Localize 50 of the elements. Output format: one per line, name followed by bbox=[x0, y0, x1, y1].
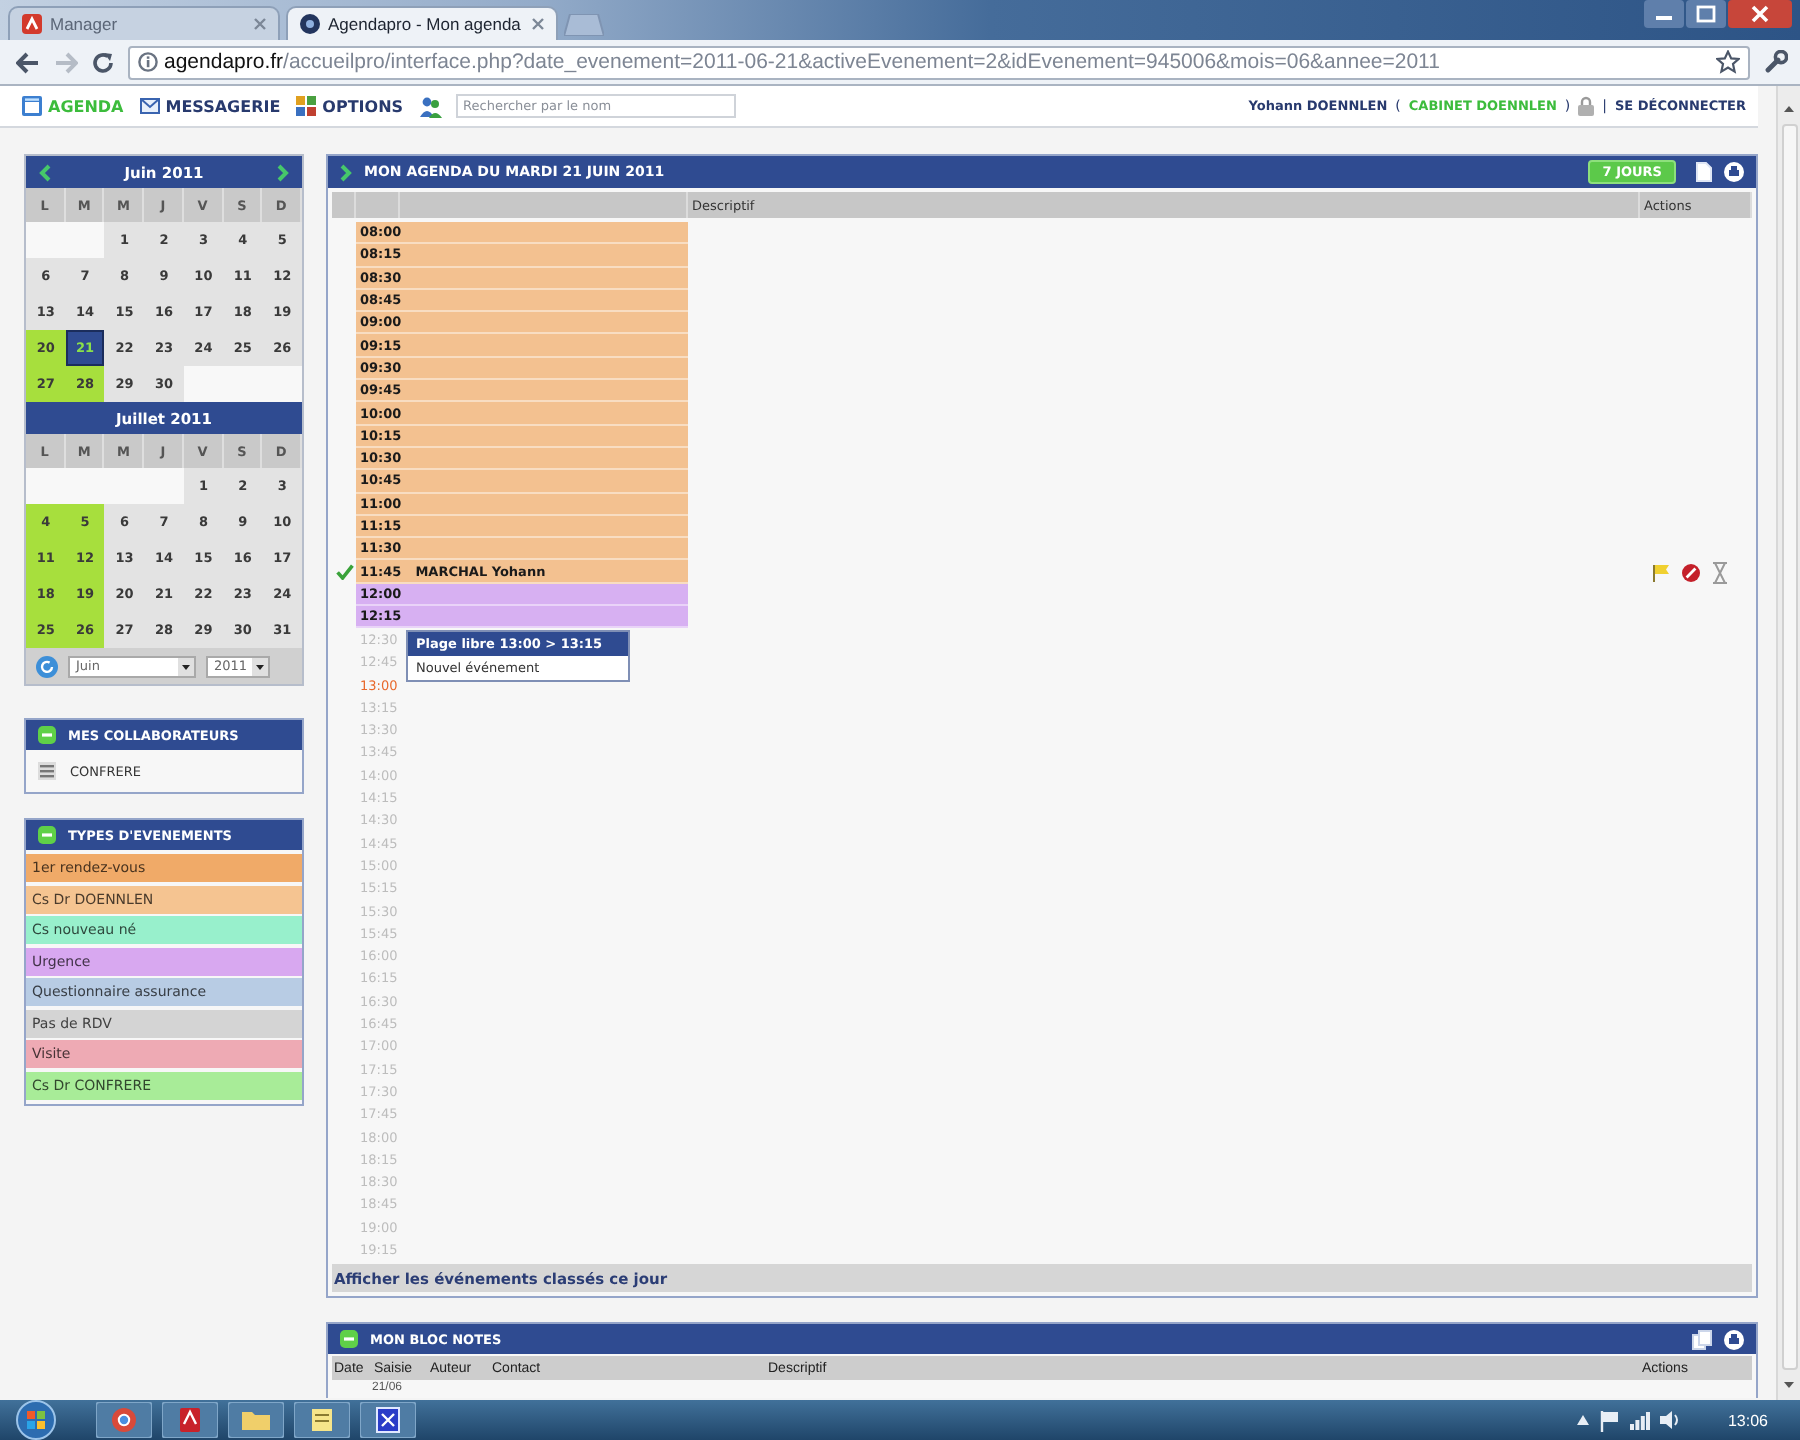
wrench-icon[interactable] bbox=[1764, 50, 1788, 74]
note-icon[interactable] bbox=[294, 1402, 350, 1438]
mail-icon bbox=[139, 96, 160, 116]
browser-tab[interactable]: Agendapro - Mon agenda bbox=[286, 6, 558, 40]
flag-icon[interactable] bbox=[1652, 563, 1670, 582]
circle-logo-icon bbox=[300, 14, 320, 34]
star-icon[interactable] bbox=[1716, 50, 1740, 74]
info-icon bbox=[138, 52, 158, 72]
copy-icon[interactable] bbox=[1692, 1329, 1712, 1349]
nav-link[interactable]: MESSAGERIE bbox=[139, 96, 281, 116]
network-icon[interactable] bbox=[1629, 1410, 1650, 1430]
nav-link[interactable]: OPTIONS bbox=[296, 96, 404, 116]
chevron-right-icon[interactable] bbox=[276, 163, 290, 181]
caret-icon bbox=[252, 657, 268, 675]
printer-icon[interactable] bbox=[1724, 162, 1744, 182]
list-icon bbox=[38, 762, 56, 780]
browser-tab[interactable]: Manager bbox=[8, 6, 280, 40]
people-icon bbox=[419, 95, 442, 117]
square-logo-icon bbox=[22, 14, 42, 34]
folder-icon[interactable] bbox=[228, 1402, 284, 1438]
close-icon[interactable] bbox=[532, 18, 544, 30]
caret-icon bbox=[178, 657, 194, 675]
app-window-icon[interactable] bbox=[360, 1402, 416, 1438]
flag-icon[interactable] bbox=[1599, 1409, 1620, 1431]
clock[interactable]: 13:06 bbox=[1727, 1411, 1768, 1429]
reload-icon[interactable] bbox=[92, 51, 114, 73]
hourglass-icon[interactable] bbox=[1712, 561, 1728, 584]
back-arrow-icon[interactable] bbox=[16, 51, 40, 73]
maximize-icon[interactable] bbox=[1686, 0, 1726, 28]
printer-icon[interactable] bbox=[1724, 1329, 1744, 1349]
minimize-icon[interactable] bbox=[1644, 0, 1684, 28]
chevron-right-icon bbox=[340, 163, 352, 181]
minus-icon[interactable] bbox=[38, 826, 56, 844]
chevron-up-icon[interactable] bbox=[1575, 1414, 1590, 1426]
lock-icon bbox=[1578, 96, 1595, 116]
chevron-left-icon[interactable] bbox=[38, 163, 52, 181]
address-bar[interactable]: agendapro.fr/accueilpro/interface.php?date_evenement=2011-06-21&activeEvenement=2&idEvenement=945006&mois=06&annee=2011 bbox=[128, 45, 1750, 79]
close-icon[interactable] bbox=[1728, 0, 1792, 28]
refresh-icon[interactable] bbox=[36, 655, 58, 677]
calendar-icon bbox=[22, 96, 42, 116]
start-orb-icon[interactable] bbox=[16, 1400, 56, 1440]
document-app-icon[interactable] bbox=[162, 1402, 218, 1438]
cancel-icon[interactable] bbox=[1682, 563, 1700, 582]
speaker-icon[interactable] bbox=[1659, 1410, 1682, 1430]
scrollbar-thumb[interactable] bbox=[1781, 124, 1797, 1370]
tiles-icon bbox=[296, 96, 317, 116]
minus-icon[interactable] bbox=[38, 726, 56, 744]
document-icon[interactable] bbox=[1696, 162, 1712, 182]
minus-icon[interactable] bbox=[340, 1330, 358, 1348]
round-app-icon[interactable] bbox=[96, 1402, 152, 1438]
